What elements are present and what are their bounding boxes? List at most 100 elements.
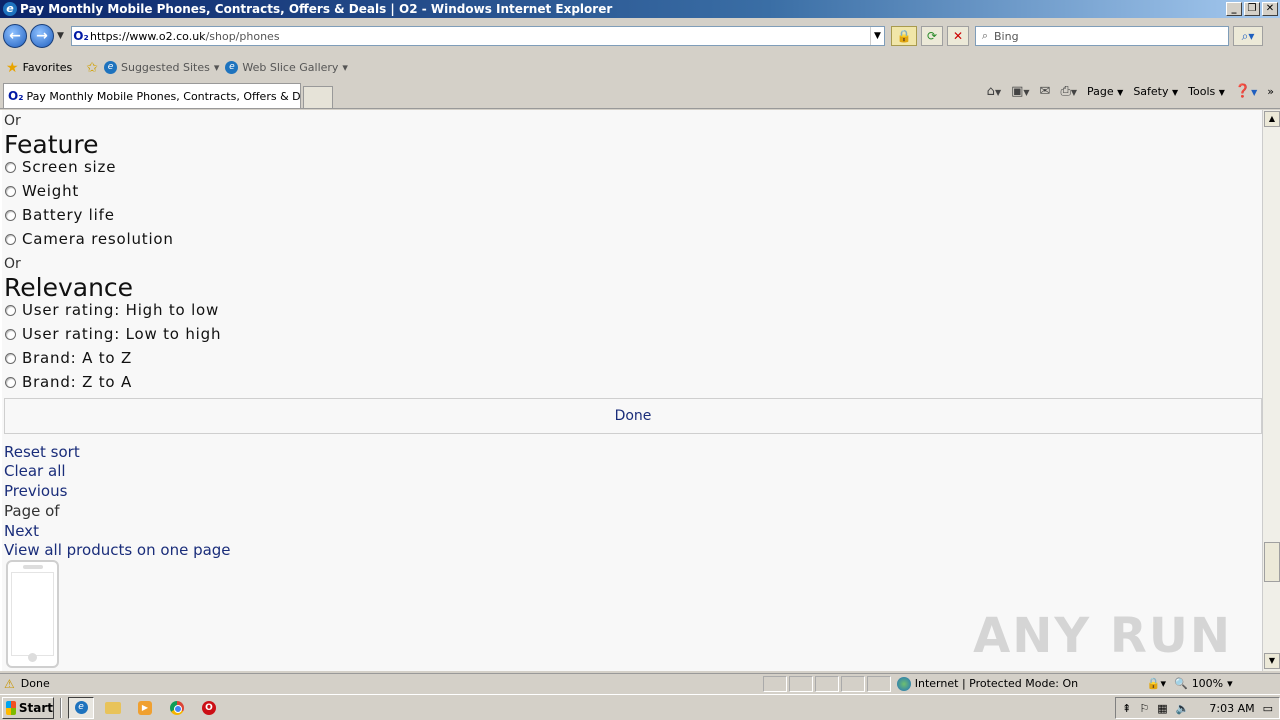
radio-button[interactable] <box>5 185 16 197</box>
sort-option-battery-life[interactable]: Battery life <box>5 206 115 224</box>
ie-page-icon: e <box>104 61 117 74</box>
ie-logo-icon: e <box>3 2 17 16</box>
back-button[interactable]: ← <box>3 24 27 48</box>
scroll-up-icon[interactable]: ▲ <box>1264 111 1280 127</box>
next-page-link[interactable]: Next <box>4 522 39 540</box>
taskbar-chrome-button[interactable] <box>164 697 190 719</box>
ie-page-icon: e <box>225 61 239 74</box>
status-text: Done <box>20 677 50 690</box>
window-title-bar: e Pay Monthly Mobile Phones, Contracts, … <box>0 0 1280 18</box>
scroll-down-icon[interactable]: ▼ <box>1264 653 1280 669</box>
sort-option-camera-resolution[interactable]: Camera resolution <box>5 230 174 248</box>
search-input[interactable]: ⌕ Bing <box>975 26 1229 46</box>
home-icon[interactable]: ⌂▼ <box>987 84 1001 99</box>
favorites-button[interactable]: ★ Favorites <box>6 60 72 76</box>
print-icon[interactable]: ⎙▼ <box>1060 84 1077 99</box>
favorites-bar: ★ Favorites ✩ e Suggested Sites ▾ e Web … <box>0 54 1280 81</box>
network-icon[interactable]: ▦ <box>1157 702 1167 715</box>
more-chevron-icon[interactable]: » <box>1267 85 1274 98</box>
done-button[interactable]: Done <box>4 398 1262 434</box>
address-url[interactable]: https://www.o2.co.uk/shop/phones <box>90 30 870 43</box>
add-to-favorites-bar-icon[interactable]: ✩ <box>86 60 98 76</box>
sort-option-rating-low-high[interactable]: User rating: Low to high <box>5 325 221 343</box>
radio-button[interactable] <box>5 161 16 173</box>
mail-icon[interactable]: ✉ <box>1040 84 1051 99</box>
sort-option-brand-z-a[interactable]: Brand: Z to A <box>5 373 132 391</box>
zoom-icon: 🔍 <box>1173 677 1188 690</box>
taskbar-ie-button[interactable]: e <box>68 696 94 719</box>
radio-button[interactable] <box>5 233 16 245</box>
folder-icon <box>105 701 121 714</box>
tab-o2-phones[interactable]: O₂ Pay Monthly Mobile Phones, Contracts,… <box>3 83 301 108</box>
action-center-flag-icon[interactable]: ⚐ <box>1139 702 1149 715</box>
help-icon[interactable]: ❓▼ <box>1235 84 1257 99</box>
search-provider-icon: ⌕ <box>981 29 989 42</box>
window-title: Pay Monthly Mobile Phones, Contracts, Of… <box>20 2 613 16</box>
windows-logo-icon <box>6 700 16 715</box>
taskbar-opera-button[interactable]: O <box>196 697 222 719</box>
o2-favicon-icon: O₂ <box>73 29 89 43</box>
page-menu[interactable]: Page ▼ <box>1087 85 1123 98</box>
security-zone[interactable]: Internet | Protected Mode: On <box>896 676 1147 691</box>
safety-menu[interactable]: Safety ▼ <box>1133 85 1178 98</box>
show-desktop-icon[interactable]: ▭ <box>1263 702 1273 715</box>
tools-menu[interactable]: Tools ▼ <box>1188 85 1225 98</box>
feature-heading: Feature <box>4 130 99 159</box>
scrollbar-thumb[interactable] <box>1264 542 1280 582</box>
close-window-button[interactable]: ✕ <box>1262 2 1278 16</box>
address-dropdown-button[interactable]: ▼ <box>870 27 884 45</box>
sort-option-brand-a-z[interactable]: Brand: A to Z <box>5 349 132 367</box>
volume-icon[interactable]: 🔈 <box>1176 702 1190 715</box>
chrome-icon <box>170 700 184 715</box>
address-bar[interactable]: O₂ https://www.o2.co.uk/shop/phones ▼ <box>71 26 885 46</box>
clock[interactable]: 7:03 AM <box>1209 702 1254 715</box>
start-button[interactable]: Start <box>2 696 54 719</box>
chevron-down-icon: ▾ <box>1227 677 1233 690</box>
new-tab-button[interactable] <box>303 86 333 108</box>
protected-mode-icon[interactable]: 🔒▾ <box>1147 677 1166 690</box>
taskbar-explorer-button[interactable] <box>100 697 126 719</box>
page-content: Or Feature Screen size Weight Battery li… <box>0 110 1262 671</box>
clear-all-link[interactable]: Clear all <box>4 462 66 480</box>
taskbar: Start e ▶ O ⇞ ⚐ ▦ 🔈 7:03 AM ▭ <box>0 694 1280 720</box>
view-all-products-link[interactable]: View all products on one page <box>4 541 231 559</box>
minimize-button[interactable]: _ <box>1226 2 1242 16</box>
refresh-button[interactable]: ⟳ <box>921 26 943 46</box>
radio-button[interactable] <box>5 328 16 340</box>
search-button[interactable]: ⌕▾ <box>1233 26 1263 46</box>
restore-button[interactable]: ❐ <box>1244 2 1260 16</box>
or-separator: Or <box>4 113 21 129</box>
radio-button[interactable] <box>5 304 16 316</box>
sort-option-screen-size[interactable]: Screen size <box>5 158 116 176</box>
reset-sort-link[interactable]: Reset sort <box>4 443 80 461</box>
tab-strip: O₂ Pay Monthly Mobile Phones, Contracts,… <box>0 81 1280 109</box>
recent-pages-dropdown[interactable]: ▼ <box>57 31 67 41</box>
sort-option-rating-high-low[interactable]: User rating: High to low <box>5 301 219 319</box>
feeds-icon[interactable]: ▣▼ <box>1011 84 1029 99</box>
vertical-scrollbar[interactable]: ▲ ▼ <box>1262 110 1280 671</box>
security-lock-icon[interactable]: 🔒 <box>891 26 917 46</box>
phone-placeholder-image[interactable] <box>6 560 59 668</box>
forward-button[interactable]: → <box>30 24 54 48</box>
search-placeholder: Bing <box>994 29 1019 43</box>
zoom-control[interactable]: 🔍 100% ▾ <box>1174 677 1233 690</box>
command-bar: ⌂▼ ▣▼ ✉ ⎙▼ Page ▼ Safety ▼ Tools ▼ ❓▼ » <box>987 84 1274 99</box>
opera-icon: O <box>202 700 216 715</box>
status-bar: ⚠ Done Internet | Protected Mode: On 🔒▾ … <box>0 673 1280 693</box>
taskbar-media-player-button[interactable]: ▶ <box>132 697 158 719</box>
previous-page-link[interactable]: Previous <box>4 482 67 500</box>
warning-icon: ⚠ <box>4 676 15 691</box>
radio-button[interactable] <box>5 209 16 221</box>
media-player-icon: ▶ <box>138 700 152 715</box>
web-slice-gallery-link[interactable]: e Web Slice Gallery ▾ <box>225 61 348 74</box>
system-tray: ⇞ ⚐ ▦ 🔈 7:03 AM ▭ <box>1115 697 1280 719</box>
radio-button[interactable] <box>5 376 16 388</box>
internet-globe-icon <box>896 676 911 691</box>
tray-expand-icon[interactable]: ⇞ <box>1122 702 1131 715</box>
chevron-down-icon: ▾ <box>213 61 220 74</box>
sort-option-weight[interactable]: Weight <box>5 182 79 200</box>
radio-button[interactable] <box>5 352 16 364</box>
page-indicator: Page of <box>4 502 60 520</box>
suggested-sites-link[interactable]: e Suggested Sites ▾ <box>104 61 219 74</box>
stop-button[interactable]: ✕ <box>947 26 969 46</box>
